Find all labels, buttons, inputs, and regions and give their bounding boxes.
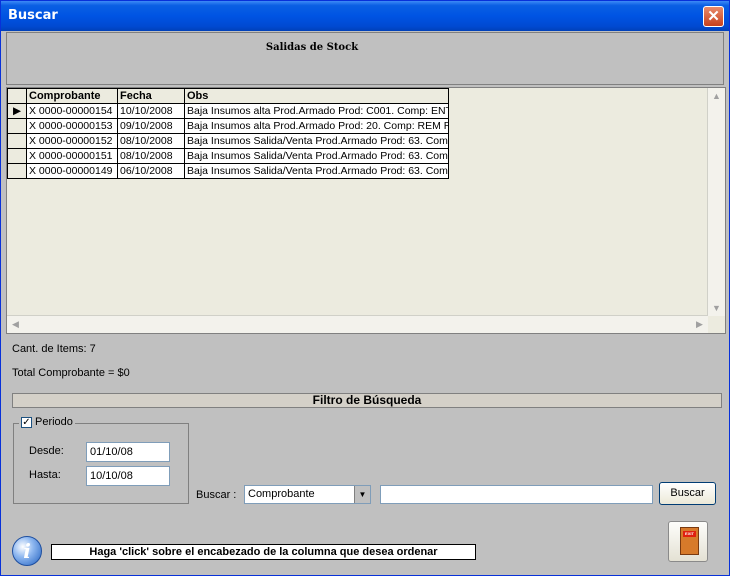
row-selector[interactable] (7, 148, 27, 164)
sort-hint: Haga 'click' sobre el encabezado de la c… (51, 544, 476, 560)
cell-fecha[interactable]: 08/10/2008 (117, 133, 185, 149)
cell-obs[interactable]: Baja Insumos alta Prod.Armado Prod: C001… (184, 103, 449, 119)
title-bar[interactable]: Buscar ✕ (1, 1, 729, 31)
column-header-fecha[interactable]: Fecha (117, 88, 185, 104)
buscar-label: Buscar : (196, 489, 237, 501)
desde-label: Desde: (29, 445, 64, 457)
header-panel: Salidas de Stock (6, 32, 724, 85)
row-selector[interactable] (7, 133, 27, 149)
chevron-down-icon[interactable]: ▼ (354, 486, 370, 503)
cell-comprobante[interactable]: X 0000-00000151 (26, 148, 118, 164)
cell-fecha[interactable]: 09/10/2008 (117, 118, 185, 134)
periodo-groupbox: ✓ Periodo Desde: 01/10/08 Hasta: 10/10/0… (13, 416, 189, 504)
cell-fecha[interactable]: 06/10/2008 (117, 163, 185, 179)
buscar-select-value: Comprobante (248, 488, 315, 500)
report-title: Salidas de Stock (265, 42, 359, 53)
buscar-text-input[interactable] (380, 485, 653, 504)
table-row[interactable]: X 0000-00000149 06/10/2008 Baja Insumos Sa… (7, 163, 449, 179)
cell-obs[interactable]: Baja Insumos Salida/Venta Prod.Armado Pr… (184, 163, 449, 179)
scroll-corner (708, 316, 725, 333)
scroll-up-icon[interactable]: ▲ (709, 89, 724, 104)
exit-door-icon: EXIT (680, 527, 699, 555)
cell-obs[interactable]: Baja Insumos alta Prod.Armado Prod: 20. … (184, 118, 449, 134)
cell-fecha[interactable]: 10/10/2008 (117, 103, 185, 119)
vertical-scrollbar[interactable]: ▲ ▼ (707, 88, 725, 317)
buscar-field-select[interactable]: Comprobante ▼ (244, 485, 371, 504)
cell-comprobante[interactable]: X 0000-00000154 (26, 103, 118, 119)
periodo-checkbox[interactable]: ✓ (21, 416, 32, 428)
info-icon: i (12, 536, 42, 566)
exit-sign-icon: EXIT (683, 531, 696, 537)
cell-obs[interactable]: Baja Insumos Salida/Venta Prod.Armado Pr… (184, 133, 449, 149)
window-title: Buscar (8, 8, 58, 23)
cell-obs[interactable]: Baja Insumos Salida/Venta Prod.Armado Pr… (184, 148, 449, 164)
exit-button[interactable]: EXIT (668, 521, 708, 562)
row-selector[interactable] (7, 163, 27, 179)
table-row[interactable]: X 0000-00000151 08/10/2008 Baja Insumos Sa… (7, 148, 449, 164)
close-button[interactable]: ✕ (703, 6, 724, 27)
cell-comprobante[interactable]: X 0000-00000153 (26, 118, 118, 134)
scroll-down-icon[interactable]: ▼ (709, 301, 724, 316)
client-area: Salidas de Stock Comprobante Fecha Obs ▶… (4, 31, 726, 572)
row-pointer-icon[interactable]: ▶ (7, 103, 27, 119)
items-count-label: Cant. de Items: 7 (12, 343, 96, 355)
results-table: Comprobante Fecha Obs ▶ X 0000-00000154 10… (7, 88, 449, 179)
cell-comprobante[interactable]: X 0000-00000152 (26, 133, 118, 149)
table-row[interactable]: ▶ X 0000-00000154 10/10/2008 Baja Insumos a… (7, 103, 449, 119)
table-row[interactable]: X 0000-00000153 09/10/2008 Baja Insumos al… (7, 118, 449, 134)
column-header-comprobante[interactable]: Comprobante (26, 88, 118, 104)
table-row[interactable]: X 0000-00000152 08/10/2008 Baja Insumos Sa… (7, 133, 449, 149)
scroll-right-icon[interactable]: ▶ (692, 317, 707, 332)
filter-section-bar: Filtro de Búsqueda (12, 393, 722, 408)
row-selector[interactable] (7, 118, 27, 134)
scroll-left-icon[interactable]: ◀ (8, 317, 23, 332)
desde-date-field[interactable]: 01/10/08 (86, 442, 170, 462)
row-selector-header (7, 88, 27, 104)
buscar-window: Buscar ✕ Salidas de Stock Comprobante Fe… (0, 0, 730, 576)
periodo-legend[interactable]: ✓ Periodo (19, 416, 75, 428)
results-grid[interactable]: Comprobante Fecha Obs ▶ X 0000-00000154 10… (6, 87, 726, 334)
periodo-label: Periodo (35, 416, 73, 428)
hasta-date-field[interactable]: 10/10/08 (86, 466, 170, 486)
total-label: Total Comprobante = $0 (12, 367, 130, 379)
buscar-button[interactable]: Buscar (659, 482, 716, 505)
column-header-obs[interactable]: Obs (184, 88, 449, 104)
cell-comprobante[interactable]: X 0000-00000149 (26, 163, 118, 179)
close-icon: ✕ (707, 8, 720, 25)
horizontal-scrollbar[interactable]: ◀ ▶ (7, 315, 708, 333)
hasta-label: Hasta: (29, 469, 61, 481)
cell-fecha[interactable]: 08/10/2008 (117, 148, 185, 164)
